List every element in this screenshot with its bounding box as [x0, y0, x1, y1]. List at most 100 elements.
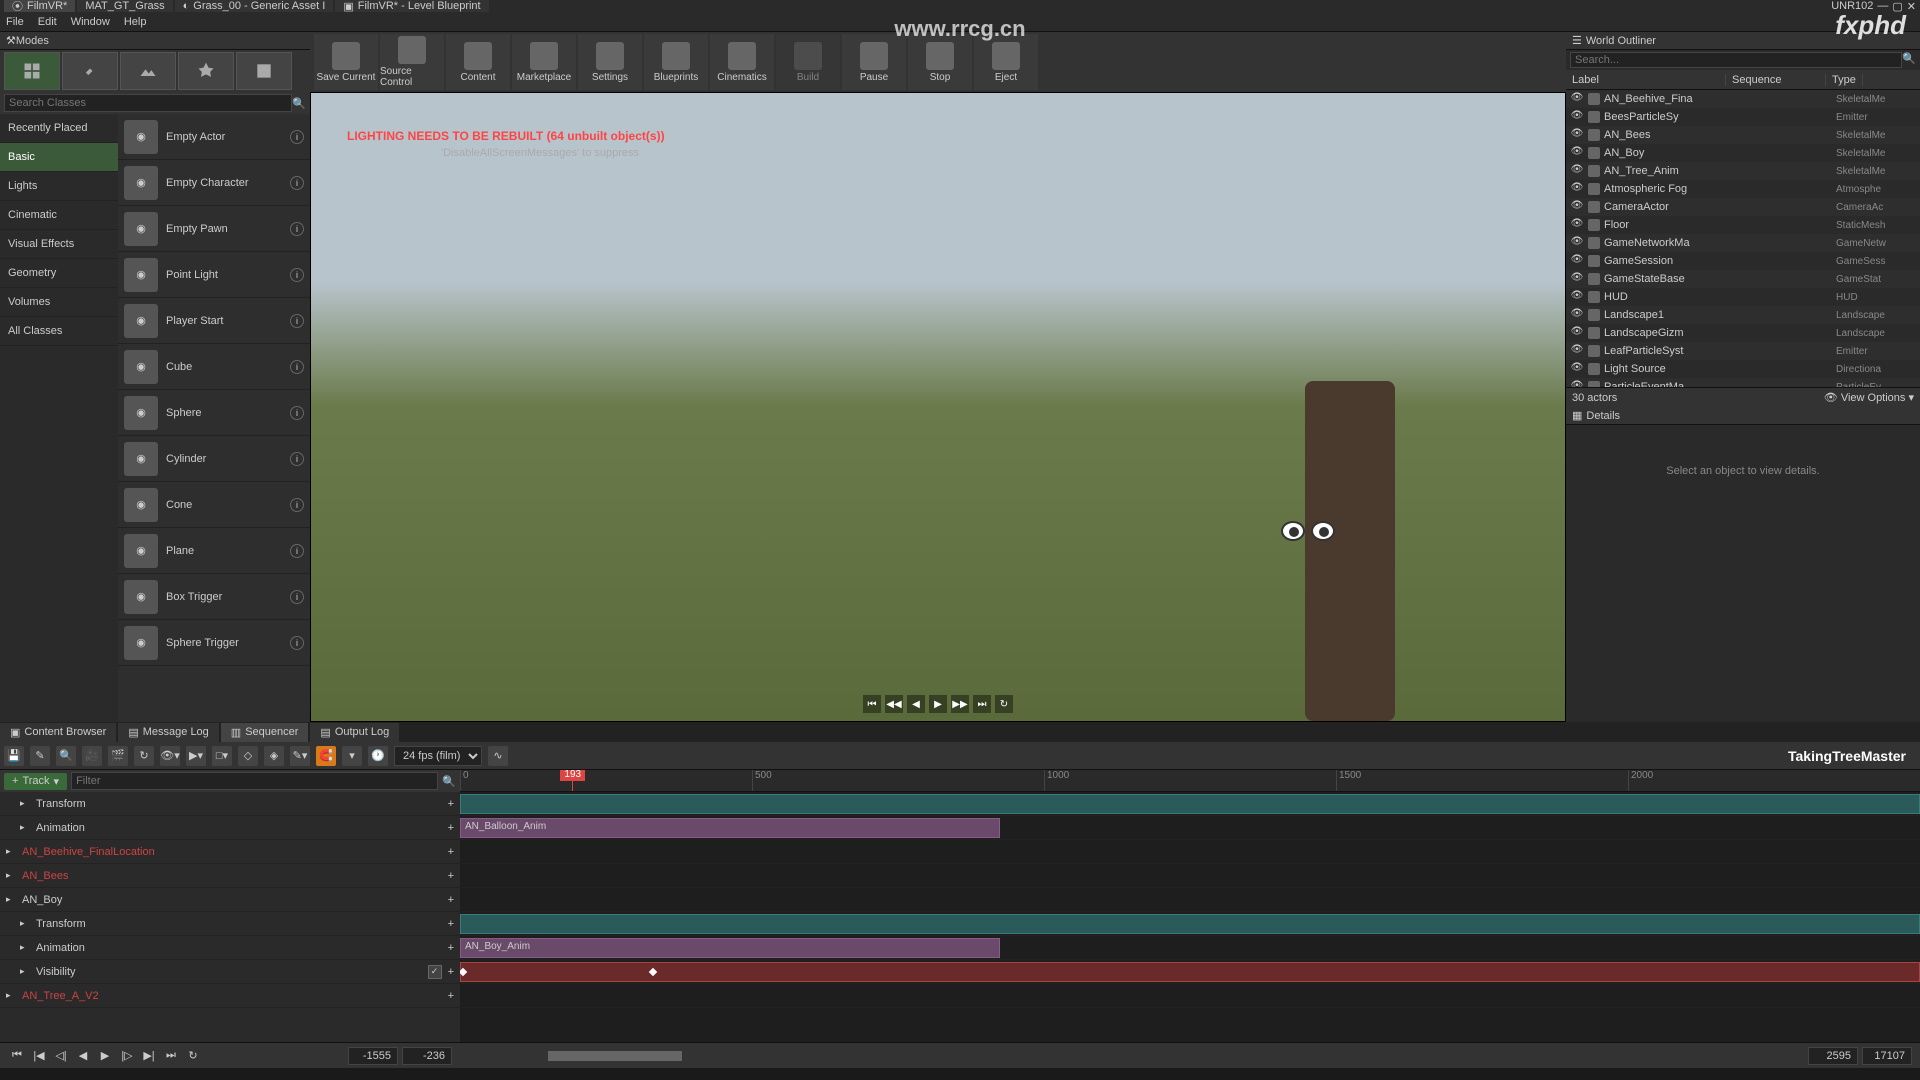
tab-message-log[interactable]: ▤Message Log — [118, 723, 218, 742]
expand-icon[interactable]: ▸ — [20, 942, 30, 953]
info-icon[interactable]: i — [290, 314, 304, 328]
actor-item[interactable]: ◉Spherei — [118, 390, 310, 436]
save-icon[interactable]: 💾 — [4, 746, 24, 766]
cat-volumes[interactable]: Volumes — [0, 288, 118, 317]
play-seq-icon[interactable]: ▶▾ — [186, 746, 206, 766]
frame-out2[interactable]: 17107 — [1862, 1047, 1912, 1065]
snap-opts-icon[interactable]: ▾ — [342, 746, 362, 766]
filter-search-icon[interactable]: 🔍 — [442, 775, 456, 788]
actor-item[interactable]: ◉Empty Characteri — [118, 160, 310, 206]
search-icon[interactable]: 🔍 — [292, 97, 306, 110]
actor-item[interactable]: ◉Planei — [118, 528, 310, 574]
visibility-icon[interactable]: 👁 — [1570, 236, 1584, 250]
search-seq-icon[interactable]: 🔍 — [56, 746, 76, 766]
info-icon[interactable]: i — [290, 544, 304, 558]
view-icon[interactable]: 👁▾ — [160, 746, 180, 766]
tool-cinematics[interactable]: Cinematics — [710, 34, 774, 90]
visibility-icon[interactable]: 👁 — [1570, 344, 1584, 358]
title-tab-1[interactable]: MAT_GT_Grass — [77, 0, 172, 12]
details-tab[interactable]: ▦ Details — [1566, 407, 1920, 425]
outliner-row[interactable]: 👁CameraActorCameraAc — [1566, 198, 1920, 216]
autokey-icon[interactable]: ◈ — [264, 746, 284, 766]
tool-build[interactable]: Build — [776, 34, 840, 90]
search-icon[interactable]: 🔍 — [1902, 52, 1916, 68]
add-section-icon[interactable]: + — [448, 966, 454, 978]
outliner-row[interactable]: 👁LeafParticleSystEmitter — [1566, 342, 1920, 360]
cat-geometry[interactable]: Geometry — [0, 259, 118, 288]
outliner-row[interactable]: 👁AN_Tree_AnimSkeletalMe — [1566, 162, 1920, 180]
visibility-checkbox[interactable]: ✓ — [428, 965, 442, 979]
tool-source-control[interactable]: Source Control — [380, 34, 444, 90]
visibility-icon[interactable]: 👁 — [1570, 164, 1584, 178]
menu-help[interactable]: Help — [124, 16, 147, 28]
viewport[interactable]: LIGHTING NEEDS TO BE REBUILT (64 unbuilt… — [310, 92, 1566, 722]
actor-item[interactable]: ◉Empty Actori — [118, 114, 310, 160]
visibility-clip[interactable] — [460, 962, 1920, 982]
outliner-row[interactable]: 👁GameSessionGameSess — [1566, 252, 1920, 270]
vp-last-icon[interactable]: ⏭ — [973, 695, 991, 713]
expand-icon[interactable]: ▸ — [6, 870, 16, 881]
menu-window[interactable]: Window — [71, 16, 110, 28]
time-ruler[interactable]: 193 05001000150020002500 — [460, 770, 1920, 792]
visibility-icon[interactable]: 👁 — [1570, 146, 1584, 160]
add-section-icon[interactable]: + — [448, 870, 454, 882]
add-section-icon[interactable]: + — [448, 798, 454, 810]
col-label[interactable]: Label — [1566, 74, 1726, 86]
tool-content[interactable]: Content — [446, 34, 510, 90]
title-tab-2[interactable]: ◐Grass_00 - Generic Asset I — [175, 0, 334, 12]
track-filter-input[interactable] — [71, 772, 438, 790]
outliner-row[interactable]: 👁AN_BoySkeletalMe — [1566, 144, 1920, 162]
add-section-icon[interactable]: + — [448, 822, 454, 834]
cat-all-classes[interactable]: All Classes — [0, 317, 118, 346]
tool-settings[interactable]: Settings — [578, 34, 642, 90]
snap-icon[interactable]: 🧲 — [316, 746, 336, 766]
info-icon[interactable]: i — [290, 360, 304, 374]
outliner-row[interactable]: 👁Light SourceDirectiona — [1566, 360, 1920, 378]
outliner-row[interactable]: 👁HUDHUD — [1566, 288, 1920, 306]
outliner-row[interactable]: 👁Landscape1Landscape — [1566, 306, 1920, 324]
vp-play-icon[interactable]: ▶ — [929, 695, 947, 713]
vp-prev-icon[interactable]: ◀◀ — [885, 695, 903, 713]
actor-item[interactable]: ◉Cubei — [118, 344, 310, 390]
frame-out[interactable]: 2595 — [1808, 1047, 1858, 1065]
transform-clip[interactable] — [460, 794, 1920, 814]
search-classes-input[interactable] — [4, 94, 292, 112]
visibility-icon[interactable]: 👁 — [1570, 218, 1584, 232]
actor-item[interactable]: ◉Conei — [118, 482, 310, 528]
edit-icon[interactable]: ✎▾ — [290, 746, 310, 766]
actor-item[interactable]: ◉Sphere Triggeri — [118, 620, 310, 666]
tp-stepfwd-icon[interactable]: |▷ — [118, 1047, 136, 1065]
tab-content-browser[interactable]: ▣Content Browser — [0, 723, 116, 742]
tool-blueprints[interactable]: Blueprints — [644, 34, 708, 90]
tool-stop[interactable]: Stop — [908, 34, 972, 90]
boy-transform-clip[interactable] — [460, 914, 1920, 934]
mode-geometry[interactable] — [236, 52, 292, 90]
timeline-scrollbar[interactable] — [468, 1051, 1804, 1061]
select-icon[interactable]: □▾ — [212, 746, 232, 766]
outliner-row[interactable]: 👁GameStateBaseGameStat — [1566, 270, 1920, 288]
info-icon[interactable]: i — [290, 452, 304, 466]
expand-icon[interactable]: ▸ — [20, 822, 30, 833]
track-row[interactable]: ▸Transform+ — [0, 912, 460, 936]
outliner-row[interactable]: 👁AN_Beehive_FinaSkeletalMe — [1566, 90, 1920, 108]
key-icon[interactable]: ◇ — [238, 746, 258, 766]
info-icon[interactable]: i — [290, 268, 304, 282]
actor-item[interactable]: ◉Empty Pawni — [118, 206, 310, 252]
boy-anim-clip[interactable]: AN_Boy_Anim — [460, 938, 1000, 958]
info-icon[interactable]: i — [290, 636, 304, 650]
visibility-icon[interactable]: 👁 — [1570, 254, 1584, 268]
tp-play-icon[interactable]: ▶ — [96, 1047, 114, 1065]
actor-item[interactable]: ◉Cylinderi — [118, 436, 310, 482]
vp-back-icon[interactable]: ◀ — [907, 695, 925, 713]
mode-paint[interactable] — [62, 52, 118, 90]
visibility-icon[interactable]: 👁 — [1570, 128, 1584, 142]
mode-place[interactable] — [4, 52, 60, 90]
info-icon[interactable]: i — [290, 590, 304, 604]
actor-item[interactable]: ◉Player Starti — [118, 298, 310, 344]
track-row[interactable]: ▸Transform+ — [0, 792, 460, 816]
add-section-icon[interactable]: + — [448, 846, 454, 858]
tab-sequencer[interactable]: ▥Sequencer — [221, 723, 309, 742]
expand-icon[interactable]: ▸ — [6, 846, 16, 857]
visibility-icon[interactable]: 👁 — [1570, 380, 1584, 387]
cat-recently-placed[interactable]: Recently Placed — [0, 114, 118, 143]
